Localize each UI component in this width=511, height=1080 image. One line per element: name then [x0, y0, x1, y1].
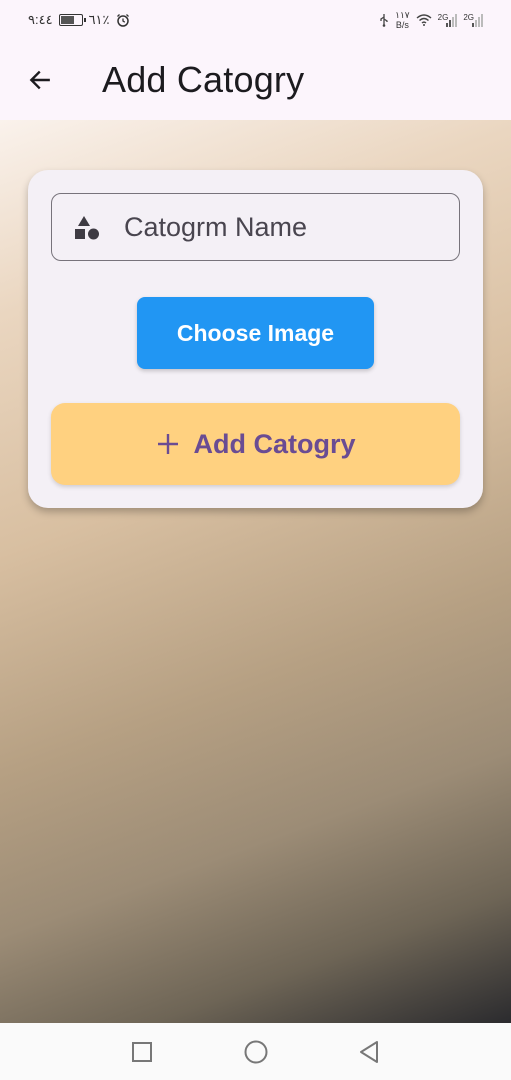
signal-strength-icon: 2G: [463, 13, 483, 27]
battery-icon: [58, 14, 86, 26]
wifi-icon: [416, 14, 432, 26]
system-nav-bar: [0, 1023, 511, 1080]
status-bar: ٩:٤٤ ٦١٪ ١١٧ B/s 2G 2G: [0, 0, 511, 40]
app-bar: Add Catogry: [0, 40, 511, 120]
back-button[interactable]: [12, 52, 68, 108]
home-button[interactable]: [226, 1032, 286, 1072]
alarm-icon: [116, 14, 129, 27]
nav-back-button[interactable]: [339, 1032, 399, 1072]
status-time: ٩:٤٤: [28, 12, 53, 27]
battery-percent: ٦١٪: [88, 12, 110, 27]
home-circle-icon: [244, 1040, 268, 1063]
signal-2-label: 2G: [463, 13, 474, 22]
status-left: ٩:٤٤ ٦١٪: [28, 12, 130, 28]
choose-image-label: Choose Image: [176, 319, 335, 346]
category-shapes-icon: [75, 216, 99, 240]
recents-square-icon: [132, 1041, 152, 1062]
status-right: ١١٧ B/s 2G 2G: [379, 10, 483, 30]
add-category-label: Add Catogry: [193, 428, 356, 459]
signal-1-label: 2G: [437, 13, 449, 22]
category-name-input[interactable]: [124, 211, 444, 243]
network-speed: ١١٧ B/s: [395, 10, 410, 30]
page-title: Add Catogry: [102, 59, 305, 100]
usb-icon: [380, 14, 388, 27]
add-category-card: Choose Image Add Catogry: [28, 170, 483, 508]
plus-icon: [157, 434, 178, 454]
add-category-button[interactable]: Add Catogry: [51, 403, 460, 485]
choose-image-button[interactable]: Choose Image: [137, 297, 374, 369]
recents-button[interactable]: [112, 1032, 172, 1072]
signal-strength-icon: 2G: [438, 13, 458, 27]
category-name-field[interactable]: [51, 193, 460, 261]
net-speed-unit: B/s: [395, 20, 409, 30]
net-speed-value: ١١٧: [395, 10, 410, 20]
arrow-back-icon: [29, 70, 50, 90]
back-triangle-icon: [360, 1040, 378, 1063]
